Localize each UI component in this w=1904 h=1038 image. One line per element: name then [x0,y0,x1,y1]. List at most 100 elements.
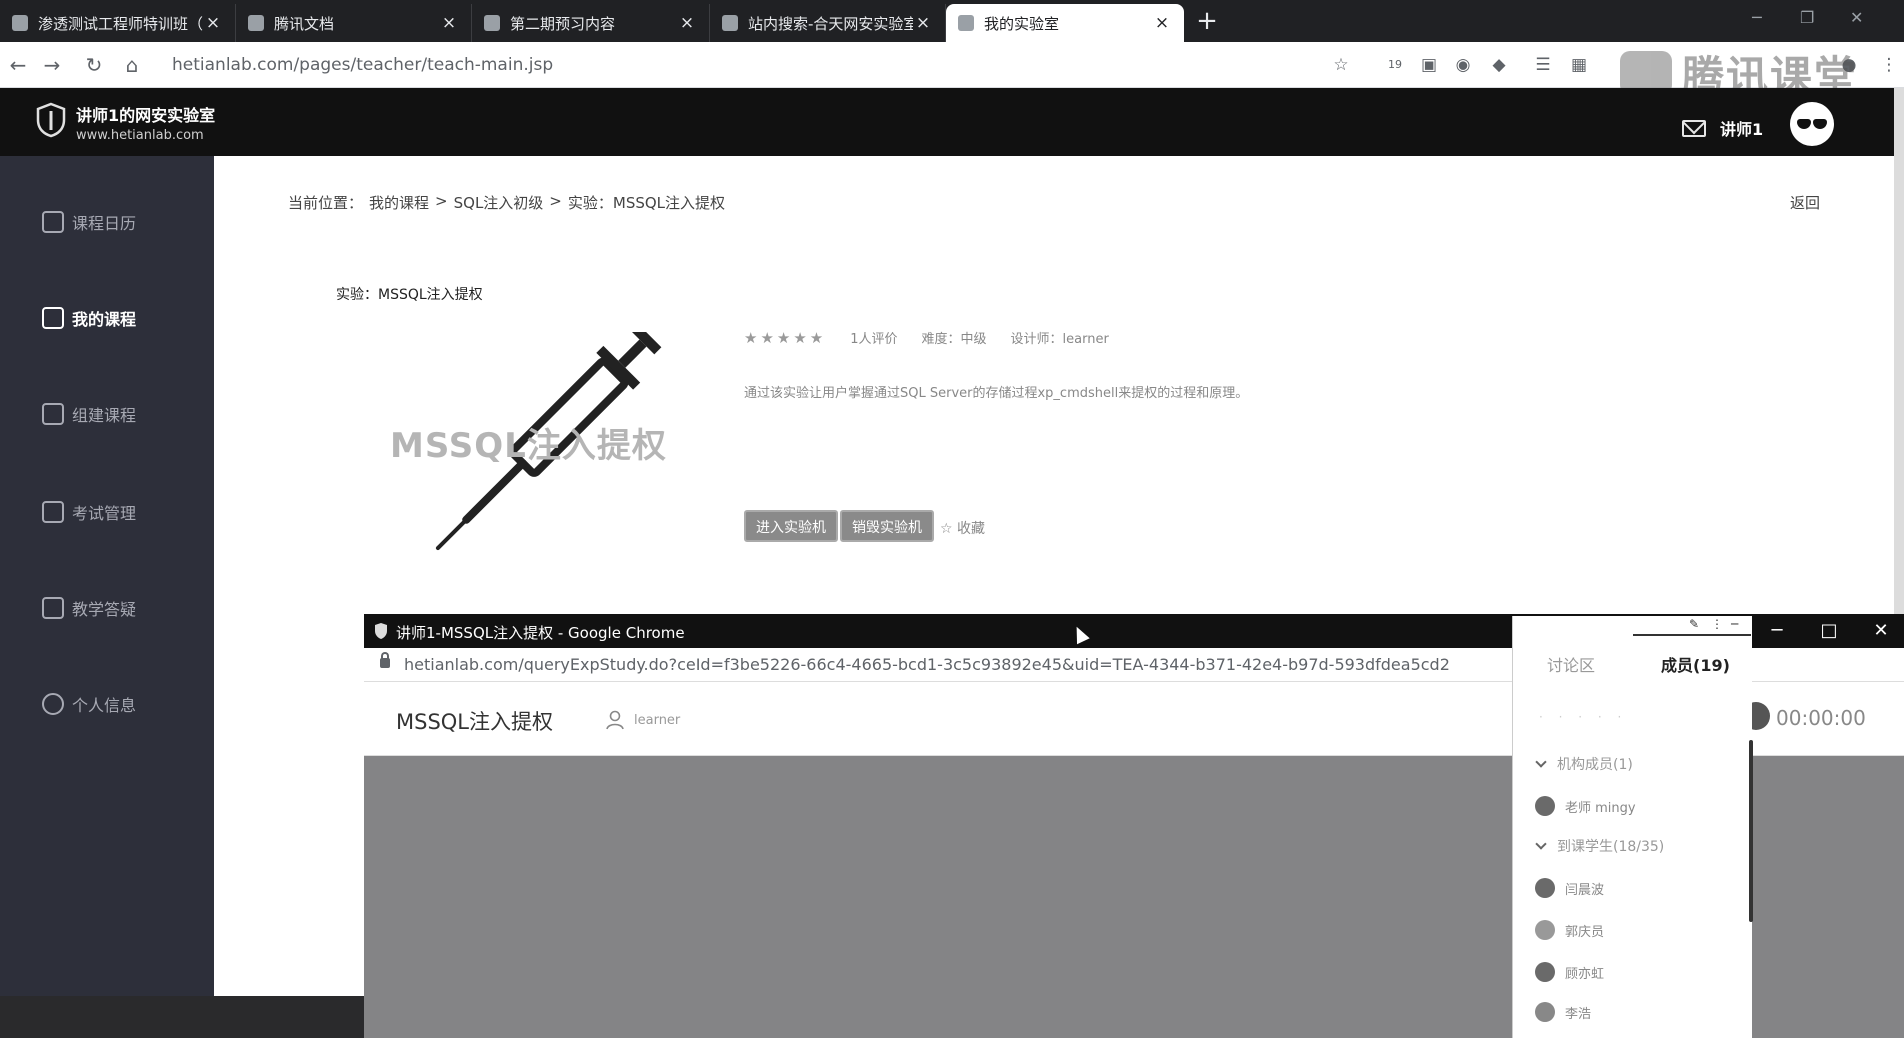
pin-icon[interactable]: ✎ [1689,617,1699,631]
list-item[interactable]: 李浩 [1535,1002,1591,1022]
site-subtitle: www.hetianlab.com [76,128,204,143]
experiment-meta: ★★★★★ 1人评价 难度：中级 设计师：learner [744,328,1109,348]
lock-icon [380,652,390,668]
close-window-icon[interactable]: ✕ [1850,8,1863,27]
avatar [1535,920,1555,940]
shield-icon [958,15,974,31]
sunglasses-icon [1797,119,1811,129]
popup-url[interactable]: hetianlab.com/queryExpStudy.do?ceId=f3be… [404,655,1450,674]
screen: 渗透测试工程师特训班（Kali攻 × 腾讯文档 × 第二期预习内容 × 站内搜索… [0,0,1904,1038]
minimize-icon[interactable]: ─ [1762,618,1792,644]
popup-experiment-title: MSSQL注入提权 [396,710,554,734]
back-link[interactable]: 返回 [1790,192,1820,213]
favorite-link[interactable]: ☆ 收藏 [940,518,985,538]
qa-icon [42,597,64,619]
enter-lab-button[interactable]: 进入实验机 [744,510,838,542]
minimize-icon[interactable]: ─ [1752,8,1762,27]
url-field[interactable]: hetianlab.com/pages/teacher/teach-main.j… [172,52,553,78]
page-icon [484,15,500,31]
sidebar-item-exam[interactable]: 考试管理 [42,498,136,526]
user-name[interactable]: 讲师1 [1720,116,1763,140]
close-icon[interactable]: × [1152,13,1172,33]
sidebar-item-build-course[interactable]: 组建课程 [42,400,136,428]
extension-icon[interactable]: ▣ [1418,54,1440,76]
sidebar: 课程日历 我的课程 组建课程 考试管理 教学答疑 个人信息 [0,156,214,996]
group-students[interactable]: 到课学生(18/35) [1535,836,1664,856]
browser-tab-active[interactable]: 我的实验室 × [946,4,1184,42]
close-icon[interactable]: × [203,13,223,33]
grid-extension-icon[interactable]: ▦ [1568,54,1590,76]
taskbar-strip [0,996,364,1038]
chevron-down-icon [1535,756,1547,768]
list-item[interactable]: 顾亦虹 [1535,962,1604,982]
avatar[interactable] [1790,102,1834,146]
sidebar-item-profile[interactable]: 个人信息 [42,690,136,718]
filter-extension-icon[interactable]: ☰ [1532,54,1554,76]
breadcrumb: 当前位置： 我的课程 > SQL注入初级 > 实验：MSSQL注入提权 [288,192,726,213]
close-icon[interactable]: ✕ [1866,618,1896,644]
more-icon[interactable]: ⋮ [1711,617,1723,631]
back-arrow-icon[interactable]: ← [4,51,32,79]
popup-user: learner [634,713,681,728]
circle-extension-icon[interactable]: ◉ [1452,54,1474,76]
sidebar-item-qa[interactable]: 教学答疑 [42,594,136,622]
close-icon[interactable]: × [913,13,933,33]
browser-address-bar: ← → ↻ ⌂ hetianlab.com/pages/teacher/teac… [0,42,1904,88]
experiment-description: 通过该实验让用户掌握通过SQL Server的存储过程xp_cmdshell来提… [744,386,1249,401]
list-item[interactable]: 闫晨波 [1535,878,1604,898]
new-tab-button[interactable]: + [1192,6,1222,36]
calendar-extension-icon[interactable]: 19 [1384,54,1406,76]
group-staff[interactable]: 机构成员(1) [1535,754,1633,774]
experiment-title: 实验：MSSQL注入提权 [336,287,483,303]
minimize-icon[interactable]: ─ [1731,617,1738,631]
forward-arrow-icon[interactable]: → [38,51,66,79]
rating-count: 1人评价 [850,332,898,347]
close-icon[interactable]: × [677,13,697,33]
shield-icon [375,623,387,639]
list-item[interactable]: 老师 mingy [1535,796,1636,816]
list-item[interactable]: 郭庆员 [1535,920,1604,940]
plus-square-icon [42,403,64,425]
panel-scrollbar[interactable] [1749,740,1753,922]
site-header: 讲师1的网安实验室 www.hetianlab.com 讲师1 [0,88,1894,156]
divider: · · · · · [1539,710,1628,724]
doc-icon [248,15,264,31]
edit-icon [42,501,64,523]
avatar [1535,962,1555,982]
maximize-icon[interactable]: ❐ [1800,8,1814,27]
tab-discussion[interactable]: 讨论区 [1547,652,1595,676]
avatar [1535,1002,1555,1022]
home-icon[interactable]: ⌂ [118,51,146,79]
maximize-icon[interactable]: □ [1814,618,1844,644]
browser-tab-3[interactable]: 第二期预习内容 × [472,4,710,42]
chevron-down-icon [1535,838,1547,850]
rating-stars[interactable]: ★★★★★ [744,329,826,347]
browser-tab-4[interactable]: 站内搜索-合天网安实验室 × [710,4,946,42]
scrollbar-track[interactable] [1894,88,1904,614]
tab-members[interactable]: 成员(19) [1661,652,1730,676]
menu-dots-icon[interactable]: ⋮ [1878,54,1900,76]
reload-icon[interactable]: ↻ [80,51,108,79]
breadcrumb-link-sql[interactable]: SQL注入初级 [454,192,544,213]
browser-tab-strip: 渗透测试工程师特训班（Kali攻 × 腾讯文档 × 第二期预习内容 × 站内搜索… [0,0,1904,42]
sidebar-item-calendar[interactable]: 课程日历 [42,208,136,236]
mail-icon[interactable] [1682,120,1706,137]
lab-timer: 00:00:00 [1776,706,1866,730]
destroy-lab-button[interactable]: 销毁实验机 [840,510,934,542]
browser-tab-2[interactable]: 腾讯文档 × [236,4,472,42]
person-icon [42,693,64,715]
classroom-member-panel: ✎ ⋮ ─ 讨论区 成员(19) · · · · · 机构成员(1) 老师 mi… [1512,616,1753,1038]
person-icon [606,710,624,730]
breadcrumb-link-courses[interactable]: 我的课程 [369,192,429,213]
close-icon[interactable]: × [439,13,459,33]
avatar [1535,878,1555,898]
site-title[interactable]: 讲师1的网安实验室 [76,102,215,126]
breadcrumb-current: 实验：MSSQL注入提权 [567,194,726,212]
avatar [1535,796,1555,816]
bookmark-star-icon[interactable]: ☆ [1330,54,1352,76]
sidebar-item-my-courses[interactable]: 我的课程 [42,304,136,332]
browser-tab-1[interactable]: 渗透测试工程师特训班（Kali攻 × [0,4,236,42]
calendar-icon [42,211,64,233]
shield-icon [722,15,738,31]
translate-extension-icon[interactable]: ◆ [1488,54,1510,76]
